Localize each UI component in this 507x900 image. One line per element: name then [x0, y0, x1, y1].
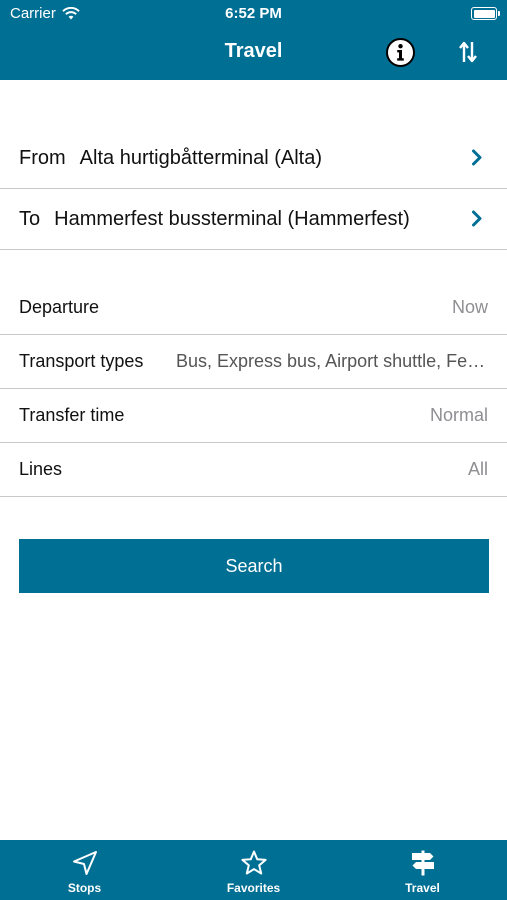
transfer-time-label: Transfer time — [19, 405, 125, 425]
departure-label: Departure — [19, 297, 100, 317]
departure-row[interactable]: Departure Now — [0, 281, 507, 335]
tab-travel[interactable]: Travel — [338, 840, 507, 900]
transport-types-value: Bus, Express bus, Airport shuttle, Ferry — [176, 351, 488, 371]
star-icon — [240, 850, 267, 875]
status-bar: Carrier 6:52 PM — [0, 0, 507, 28]
swap-vertical-icon[interactable] — [455, 38, 481, 66]
tab-favorites-label: Favorites — [226, 881, 281, 895]
tab-stops[interactable]: Stops — [0, 840, 169, 900]
lines-row[interactable]: Lines All — [0, 443, 507, 497]
chevron-right-icon — [472, 149, 482, 166]
signpost-icon — [411, 850, 434, 876]
lines-label: Lines — [19, 459, 63, 479]
departure-value: Now — [451, 297, 488, 317]
info-icon[interactable] — [386, 38, 415, 67]
to-row[interactable]: To Hammerfest bussterminal (Hammerfest) — [0, 189, 507, 250]
page-title: Travel — [224, 40, 283, 62]
tab-bar: Stops Favorites Travel — [0, 840, 507, 900]
battery-icon — [471, 7, 500, 20]
transfer-time-value: Normal — [429, 405, 488, 425]
chevron-right-icon — [472, 210, 482, 227]
transport-types-row[interactable]: Transport types Bus, Express bus, Airpor… — [0, 335, 507, 389]
tab-stops-label: Stops — [67, 881, 102, 895]
status-time: 6:52 PM — [225, 5, 282, 22]
to-label: To — [19, 207, 41, 230]
from-label: From — [19, 146, 66, 169]
transport-types-label: Transport types — [19, 351, 144, 371]
tab-travel-label: Travel — [405, 881, 440, 895]
from-row[interactable]: From Alta hurtigbåtterminal (Alta) — [0, 128, 507, 189]
from-value: Alta hurtigbåtterminal (Alta) — [79, 146, 322, 169]
location-arrow-icon — [72, 851, 97, 875]
tab-favorites[interactable]: Favorites — [169, 840, 338, 900]
search-button[interactable]: Search — [19, 539, 489, 593]
transfer-time-row[interactable]: Transfer time Normal — [0, 389, 507, 443]
to-value: Hammerfest bussterminal (Hammerfest) — [54, 207, 410, 230]
app-header: Carrier 6:52 PM Travel — [0, 0, 507, 80]
lines-value: All — [467, 459, 488, 479]
